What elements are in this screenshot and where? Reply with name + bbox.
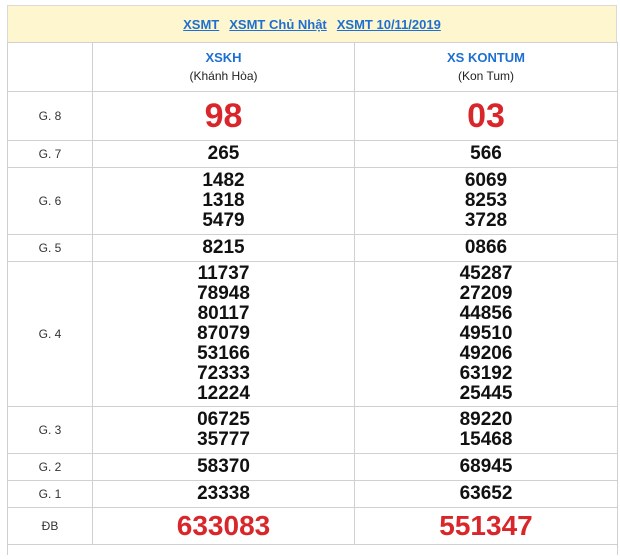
prize-label-g6: G. 6 xyxy=(7,167,93,235)
prize-label-g5: G. 5 xyxy=(7,234,93,262)
province-link-xskh[interactable]: XSKH xyxy=(93,49,354,67)
prize-label-g2: G. 2 xyxy=(7,453,93,481)
prize-number: 265 xyxy=(207,143,240,164)
prize-number: 87079 xyxy=(197,323,250,344)
prize-number: 6069 xyxy=(464,170,508,191)
prize-row-g5: G. 5 8215 0866 xyxy=(7,234,618,262)
header-blank-cell xyxy=(7,42,93,92)
special-prize-number: 633083 xyxy=(176,510,271,541)
province-header-row: XSKH (Khánh Hòa) XS KONTUM (Kon Tum) xyxy=(7,42,618,92)
prize-number: 8253 xyxy=(464,190,508,211)
prize-number: 49206 xyxy=(459,343,513,364)
prize-number: 27209 xyxy=(459,283,513,304)
table-footer xyxy=(7,544,618,555)
prize-number: 58370 xyxy=(197,456,250,477)
prize-row-special: ĐB 633083 551347 xyxy=(7,507,618,545)
prize-number: 23338 xyxy=(197,483,250,504)
province-name-khanh-hoa: (Khánh Hòa) xyxy=(189,69,258,83)
prize-number: 78948 xyxy=(197,283,250,304)
special-prize-number: 551347 xyxy=(439,510,533,541)
prize-number: 06725 xyxy=(197,409,250,430)
prize-number: 89220 xyxy=(459,409,513,430)
prize-number: 1318 xyxy=(202,190,245,211)
prize-number: 35777 xyxy=(197,429,250,450)
prize-label-g7: G. 7 xyxy=(7,140,93,168)
province-link-xs-kontum[interactable]: XS KONTUM xyxy=(355,49,617,67)
prize-number: 566 xyxy=(470,143,502,164)
prize-number: 63192 xyxy=(459,363,513,384)
prize-number: 63652 xyxy=(459,483,513,504)
prize-row-g4: G. 4 11737 78948 80117 87079 53166 72333… xyxy=(7,261,618,407)
prize-number: 25445 xyxy=(459,383,513,404)
prize-number: 3728 xyxy=(464,210,508,231)
prize-number: 68945 xyxy=(459,456,513,477)
nav-link-xsmt-sunday[interactable]: XSMT Chủ Nhật xyxy=(229,17,327,32)
prize-number: 15468 xyxy=(459,429,513,450)
nav-link-xsmt-date[interactable]: XSMT 10/11/2019 xyxy=(337,17,441,32)
prize-label-g1: G. 1 xyxy=(7,480,93,508)
prize-number: 49510 xyxy=(459,323,513,344)
results-table: XSKH (Khánh Hòa) XS KONTUM (Kon Tum) G. … xyxy=(7,42,618,555)
prize-row-g3: G. 3 06725 35777 89220 15468 xyxy=(7,406,618,454)
prize-label-g8: G. 8 xyxy=(7,91,93,141)
prize-label-special: ĐB xyxy=(7,507,93,545)
prize-row-g8: G. 8 98 03 xyxy=(7,91,618,141)
prize-row-g2: G. 2 58370 68945 xyxy=(7,453,618,481)
prize-label-g3: G. 3 xyxy=(7,406,93,454)
prize-number: 72333 xyxy=(197,363,250,384)
table-footer-row xyxy=(7,544,618,555)
prize-number: 1482 xyxy=(202,170,245,191)
prize-row-g1: G. 1 23338 63652 xyxy=(7,480,618,508)
prize-row-g7: G. 7 265 566 xyxy=(7,140,618,168)
nav-bar: XSMT XSMT Chủ Nhật XSMT 10/11/2019 xyxy=(7,5,617,42)
prize-number: 44856 xyxy=(459,303,513,324)
prize-number: 0866 xyxy=(464,237,508,258)
lottery-results-panel: XSMT XSMT Chủ Nhật XSMT 10/11/2019 XSKH … xyxy=(7,5,618,555)
prize-number: 12224 xyxy=(197,383,250,404)
prize-number: 98 xyxy=(204,97,243,135)
nav-link-xsmt[interactable]: XSMT xyxy=(183,17,219,32)
prize-row-g6: G. 6 1482 1318 5479 6069 8253 3728 xyxy=(7,167,618,235)
prize-label-g4: G. 4 xyxy=(7,261,93,407)
prize-number: 80117 xyxy=(197,303,250,324)
prize-number: 03 xyxy=(467,97,505,135)
province-header-kon-tum: XS KONTUM (Kon Tum) xyxy=(354,42,618,92)
prize-number: 45287 xyxy=(459,263,513,284)
prize-number: 53166 xyxy=(197,343,250,364)
prize-number: 11737 xyxy=(197,263,250,284)
prize-number: 8215 xyxy=(202,237,245,258)
prize-number: 5479 xyxy=(202,210,245,231)
province-header-khanh-hoa: XSKH (Khánh Hòa) xyxy=(92,42,355,92)
province-name-kon-tum: (Kon Tum) xyxy=(457,69,514,83)
